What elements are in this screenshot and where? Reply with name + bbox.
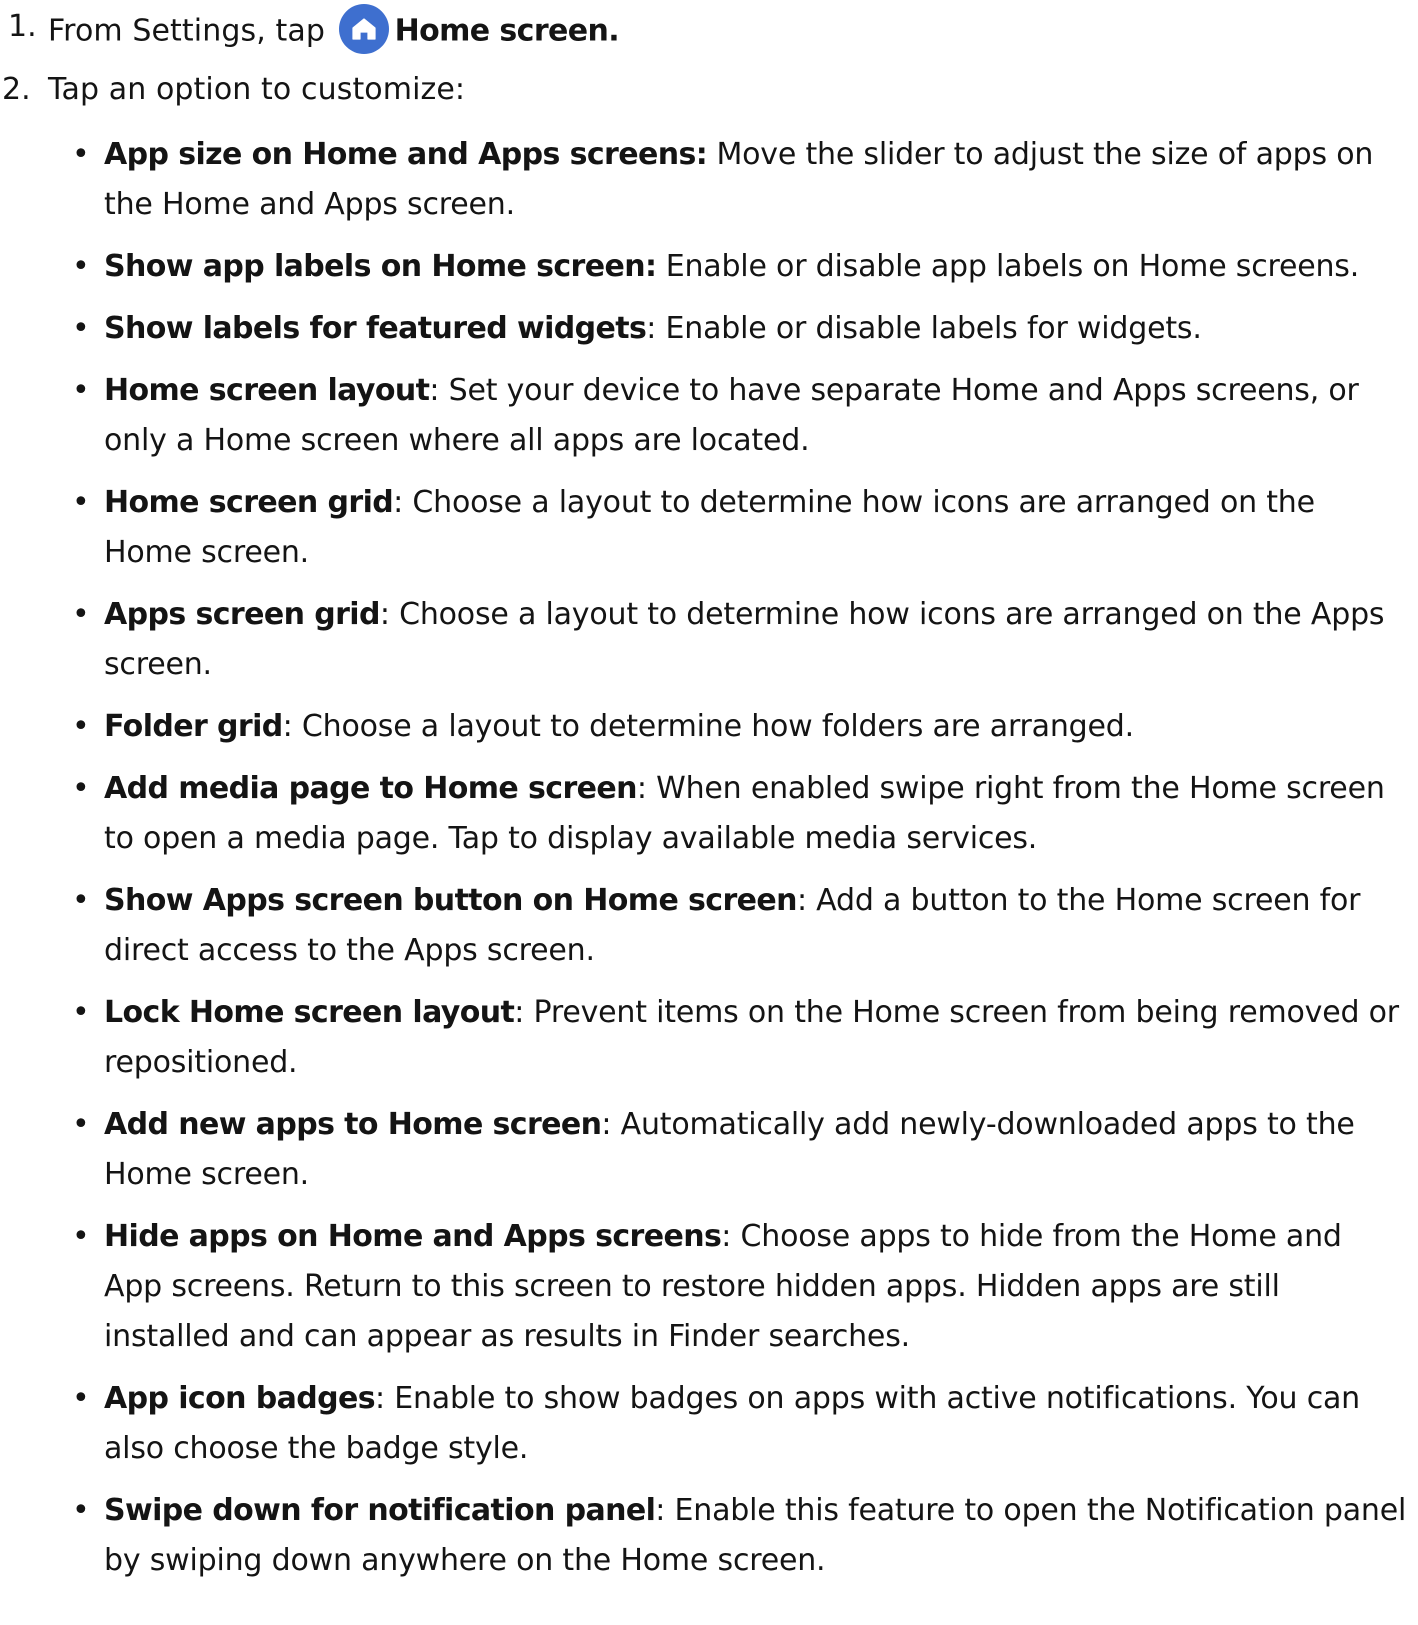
option-term: Show labels for featured widgets	[104, 311, 647, 346]
step-number: 1.	[8, 9, 37, 44]
list-item: • Folder grid: Choose a layout to determi…	[0, 702, 1418, 752]
list-item: • Add new apps to Home screen: Automatica…	[0, 1100, 1418, 1200]
bullet-icon: •	[72, 1107, 90, 1142]
bullet-icon: •	[72, 995, 90, 1030]
bullet-icon: •	[72, 709, 90, 744]
home-screen-label: Home screen	[394, 13, 609, 49]
list-item: • Show app labels on Home screen: Enable …	[0, 242, 1418, 292]
list-item: • Add media page to Home screen: When ena…	[0, 764, 1418, 864]
option-description: : Choose a layout to determine how folde…	[282, 709, 1134, 744]
step-1-prefix: From Settings, tap	[48, 13, 325, 49]
list-item: • Hide apps on Home and Apps screens: Cho…	[0, 1212, 1418, 1362]
home-icon	[338, 4, 389, 54]
option-term: Show app labels on Home screen:	[104, 249, 657, 284]
step-text: From Settings, tap Home screen.	[48, 4, 620, 57]
list-item: • Show labels for featured widgets: Enabl…	[0, 304, 1418, 354]
list-item: • Show Apps screen button on Home screen:…	[0, 876, 1418, 976]
list-item: • Home screen grid: Choose a layout to de…	[0, 478, 1418, 578]
step-text: Tap an option to customize:	[48, 72, 466, 107]
option-term: Folder grid	[104, 709, 283, 744]
list-item: • Home screen layout: Set your device to …	[0, 366, 1418, 466]
option-term: Swipe down for notification panel	[104, 1493, 656, 1528]
bullet-icon: •	[72, 883, 90, 918]
bullet-icon: •	[72, 1493, 90, 1528]
bullet-icon: •	[72, 1381, 90, 1416]
list-item: • Swipe down for notification panel: Enab…	[0, 1486, 1418, 1586]
option-term: Show Apps screen button on Home screen	[104, 883, 798, 918]
instructions-page: 1. From Settings, tap Home screen. 2. Ta…	[0, 0, 1418, 1625]
list-item: • Lock Home screen layout: Prevent items …	[0, 988, 1418, 1088]
option-term: Lock Home screen layout	[104, 995, 515, 1030]
bullet-icon: •	[72, 597, 90, 632]
option-term: Apps screen grid	[104, 597, 380, 632]
option-term: Add media page to Home screen	[104, 771, 638, 806]
bullet-icon: •	[72, 771, 90, 806]
bullet-icon: •	[72, 1219, 90, 1254]
option-term: Hide apps on Home and Apps screens	[104, 1219, 722, 1254]
bullet-icon: •	[72, 137, 90, 172]
list-item: • Apps screen grid: Choose a layout to de…	[0, 590, 1418, 690]
option-term: Home screen grid	[104, 485, 394, 520]
option-term: App size on Home and Apps screens:	[104, 137, 708, 172]
step-1-suffix: .	[608, 13, 620, 49]
option-term: Add new apps to Home screen	[104, 1107, 602, 1142]
list-item: • App size on Home and Apps screens: Move…	[0, 130, 1418, 230]
bullet-icon: •	[72, 249, 90, 284]
step-number: 2.	[2, 72, 31, 107]
option-term: Home screen layout	[104, 373, 430, 408]
option-term: App icon badges	[104, 1381, 376, 1416]
options-list: • App size on Home and Apps screens: Move…	[0, 130, 1418, 1598]
option-description: : Enable or disable labels for widgets.	[646, 311, 1202, 346]
bullet-icon: •	[72, 373, 90, 408]
list-item: • App icon badges: Enable to show badges …	[0, 1374, 1418, 1474]
option-description: Enable or disable app labels on Home scr…	[656, 249, 1360, 284]
bullet-icon: •	[72, 311, 90, 346]
bullet-icon: •	[72, 485, 90, 520]
